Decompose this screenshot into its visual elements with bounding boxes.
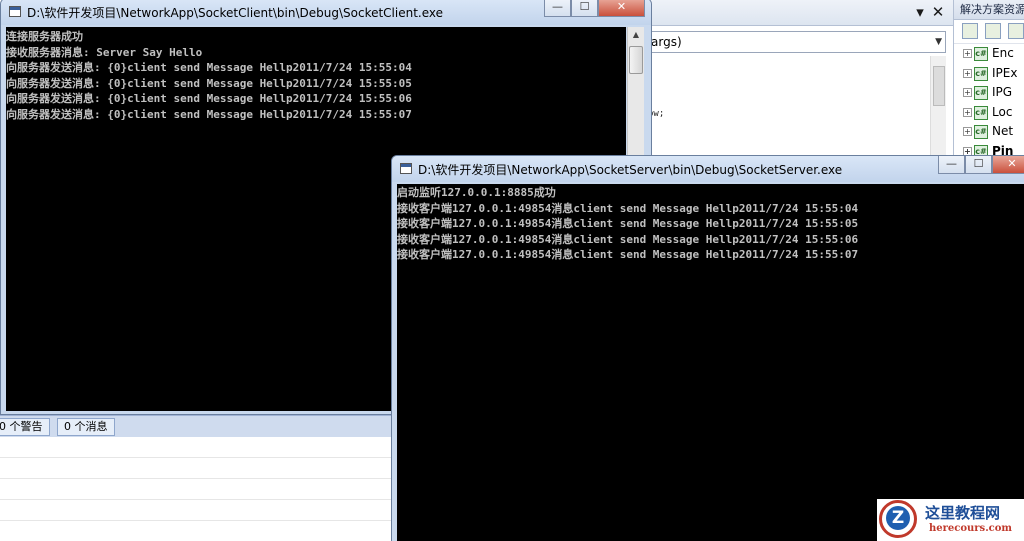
server-window-controls: — ☐ ✕ [938, 156, 1024, 174]
dropdown-arrow-icon[interactable]: ▾ [911, 2, 929, 22]
expand-icon[interactable]: + [963, 68, 972, 78]
solution-explorer-title: 解决方案资源 [954, 0, 1024, 20]
warnings-tab[interactable]: 0 个警告 [0, 418, 50, 436]
expand-icon[interactable]: + [963, 127, 972, 136]
watermark-url: herecours.com [929, 523, 1013, 534]
csharp-project-icon: c# [974, 47, 988, 61]
expand-icon[interactable]: + [963, 49, 972, 58]
solution-item-label: Net [992, 124, 1014, 138]
server-console-output[interactable]: 启动监听127.0.0.1:8885成功 接收客户端127.0.0.1:4985… [397, 184, 1024, 541]
solution-item-label: IPG [992, 85, 1013, 99]
refresh-icon[interactable] [1007, 23, 1024, 39]
show-all-files-icon[interactable] [984, 23, 1001, 39]
close-button[interactable]: ✕ [992, 156, 1024, 174]
scroll-thumb[interactable] [629, 46, 643, 74]
console-line: 向服务器发送消息: {0}client send Message Hellp20… [6, 76, 412, 90]
watermark-name: 这里教程网 [925, 504, 1001, 522]
server-console-window[interactable]: D:\软件开发项目\NetworkApp\SocketServer\bin\De… [391, 155, 1024, 541]
console-line: 接收服务器消息: Server Say Hello [6, 45, 203, 59]
console-line: 向服务器发送消息: {0}client send Message Hellp20… [6, 61, 412, 74]
solution-item-enc[interactable]: + c# Enc [954, 44, 1024, 64]
maximize-button[interactable]: ☐ [965, 156, 992, 174]
maximize-button[interactable]: ☐ [571, 0, 598, 17]
client-title-bar[interactable]: D:\软件开发项目\NetworkApp\SocketClient\bin\De… [1, 0, 651, 25]
minimize-button[interactable]: — [544, 0, 571, 17]
console-line: 接收客户端127.0.0.1:49854消息client send Messag… [397, 232, 859, 246]
list-row[interactable] [0, 479, 392, 500]
list-row[interactable] [0, 500, 392, 521]
close-document-icon[interactable]: ✕ [929, 2, 947, 22]
client-window-controls: — ☐ ✕ [544, 0, 648, 17]
method-combo-value: args) [651, 35, 682, 49]
error-list-tabs: 0 个警告 0 个消息 [0, 415, 392, 437]
expand-icon[interactable]: + [963, 107, 972, 117]
solution-item-ipex[interactable]: + c# IPEx [954, 64, 1024, 84]
watermark-logo-letter: Z [886, 506, 910, 530]
console-line: 接收客户端127.0.0.1:49854消息client send Messag… [397, 248, 859, 261]
console-line: 启动监听127.0.0.1:8885成功 [397, 186, 556, 199]
close-button[interactable]: ✕ [598, 0, 645, 17]
site-watermark: Z 这里教程网 herecours.com [877, 499, 1024, 541]
solution-item-label: Loc [992, 104, 1013, 119]
solution-item-label: IPEx [992, 65, 1018, 80]
solution-explorer-toolbar [954, 20, 1024, 44]
list-row[interactable] [0, 458, 392, 479]
console-line: 接收客户端127.0.0.1:49854消息client send Messag… [397, 217, 859, 230]
properties-icon[interactable] [962, 23, 978, 39]
method-combo[interactable]: args) ▼ [648, 31, 946, 53]
console-app-icon[interactable] [9, 6, 21, 17]
solution-explorer: 解决方案资源 + c# Enc + c# IPEx + c# IPG + c# … [953, 0, 1024, 180]
console-line: 向服务器发送消息: {0}client send Message Hellp20… [6, 107, 412, 121]
csharp-project-icon: c# [974, 86, 988, 100]
expand-icon[interactable]: + [963, 88, 972, 97]
csharp-project-icon: c# [974, 105, 988, 120]
console-line: 向服务器发送消息: {0}client send Message Hellp20… [6, 92, 412, 105]
chevron-down-icon[interactable]: ▼ [935, 32, 942, 52]
scroll-up-icon[interactable]: ▲ [628, 27, 644, 43]
server-title-bar[interactable]: D:\软件开发项目\NetworkApp\SocketServer\bin\De… [392, 156, 1024, 182]
list-row[interactable] [0, 521, 392, 541]
ide-toolbar: ▾ ✕ [645, 0, 953, 26]
server-window-title: D:\软件开发项目\NetworkApp\SocketServer\bin\De… [418, 163, 843, 177]
error-list [0, 437, 392, 541]
minimize-button[interactable]: — [938, 156, 965, 174]
solution-item-loc[interactable]: + c# Loc [954, 103, 1024, 123]
csharp-project-icon: c# [974, 125, 988, 139]
console-line: 接收客户端127.0.0.1:49854消息client send Messag… [397, 201, 859, 215]
console-app-icon[interactable] [400, 163, 412, 174]
editor-scroll-thumb[interactable] [933, 66, 945, 106]
client-window-title: D:\软件开发项目\NetworkApp\SocketClient\bin\De… [27, 6, 444, 20]
messages-tab[interactable]: 0 个消息 [57, 418, 115, 436]
csharp-project-icon: c# [974, 66, 988, 81]
solution-item-label: Enc [992, 46, 1014, 60]
console-line: 连接服务器成功 [6, 30, 83, 43]
solution-item-ipg[interactable]: + c# IPG [954, 83, 1024, 103]
watermark-logo: Z [879, 500, 917, 538]
solution-item-net[interactable]: + c# Net [954, 122, 1024, 142]
list-row[interactable] [0, 437, 392, 458]
